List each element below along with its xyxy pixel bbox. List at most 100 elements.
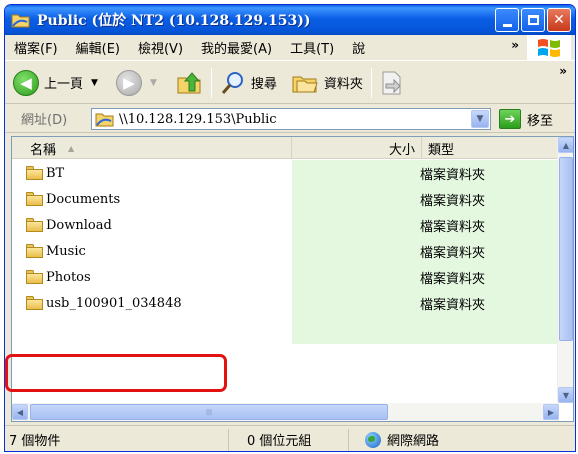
horizontal-scrollbar[interactable]: ◀ ||| ▶ xyxy=(12,403,559,421)
folders-icon xyxy=(292,76,318,92)
network-folder-icon xyxy=(95,113,114,127)
scroll-down-button[interactable]: ▼ xyxy=(558,387,573,403)
folder-icon xyxy=(26,166,44,180)
globe-icon xyxy=(365,431,381,448)
maximize-icon xyxy=(527,15,539,25)
column-type-label: 類型 xyxy=(428,142,455,158)
scroll-right-button[interactable]: ▶ xyxy=(543,404,559,420)
item-name: Documents xyxy=(46,191,121,207)
list-item[interactable]: BT 檔案資料夾 xyxy=(12,160,559,186)
column-type[interactable]: 類型 xyxy=(422,137,559,159)
move-to-icon xyxy=(382,71,401,94)
go-arrow-icon: ➔ xyxy=(499,109,521,129)
folder-icon xyxy=(26,270,44,284)
close-icon: ✕ xyxy=(553,12,565,28)
close-button[interactable]: ✕ xyxy=(547,8,571,32)
minimize-button[interactable] xyxy=(495,8,519,32)
menu-overflow-chevron-icon[interactable]: » xyxy=(511,38,519,52)
status-zone-label: 網際網路 xyxy=(387,434,440,449)
status-zone: 網際網路 xyxy=(349,429,575,451)
network-folder-icon xyxy=(11,11,31,29)
toolbar: ◀ 上一頁 ▼ ▶ ▼ 搜尋 資料夾 » xyxy=(5,62,575,104)
address-input[interactable]: \\10.128.129.153\Public ▼ xyxy=(91,108,491,130)
folders-button[interactable]: 資料夾 xyxy=(291,71,363,95)
status-object-count: 7 個物件 xyxy=(5,428,229,451)
list-item[interactable]: Music 檔案資料夾 xyxy=(12,238,559,264)
chevron-left-icon: ◀ xyxy=(16,407,24,417)
forward-arrow-icon: ▶ xyxy=(115,69,142,96)
column-header: 名稱 ▲ 大小 類型 xyxy=(12,137,559,159)
item-type: 檔案資料夾 xyxy=(420,271,486,287)
column-name[interactable]: 名稱 ▲ xyxy=(12,137,292,159)
status-size: 0 個位元組 xyxy=(229,428,349,451)
item-name: Download xyxy=(46,217,112,233)
menu-help[interactable]: 說 xyxy=(343,38,374,57)
folder-icon xyxy=(26,296,44,310)
horizontal-scroll-thumb[interactable]: ||| xyxy=(30,404,388,420)
address-path: \\10.128.129.153\Public xyxy=(119,111,277,127)
toolbar-separator xyxy=(370,67,372,98)
menu-bar: 檔案(F) 編輯(E) 檢視(V) 我的最愛(A) 工具(T) 說 » xyxy=(5,35,575,61)
toolbar-separator xyxy=(210,67,212,98)
menu-edit[interactable]: 編輯(E) xyxy=(67,38,129,57)
scroll-left-button[interactable]: ◀ xyxy=(12,404,28,420)
chevron-up-icon: ▲ xyxy=(562,140,570,150)
column-name-label: 名稱 xyxy=(30,142,57,158)
status-size-label: 0 個位元組 xyxy=(247,434,312,449)
address-bar: 網址(D) \\10.128.129.153\Public ▼ ➔ 移至 xyxy=(5,105,575,133)
scroll-up-button[interactable]: ▲ xyxy=(558,137,573,153)
item-name: Music xyxy=(46,243,86,259)
forward-dropdown-icon[interactable]: ▼ xyxy=(150,78,157,88)
forward-button[interactable]: ▶ ▼ xyxy=(115,69,157,96)
item-type: 檔案資料夾 xyxy=(420,219,486,235)
maximize-button[interactable] xyxy=(521,8,545,32)
item-name: Photos xyxy=(46,269,91,285)
search-button[interactable]: 搜尋 xyxy=(220,70,277,96)
item-type: 檔案資料夾 xyxy=(420,297,486,313)
item-name: usb_100901_034848 xyxy=(46,295,182,311)
chevron-down-icon: ▼ xyxy=(562,390,570,400)
item-name: BT xyxy=(46,165,65,181)
list-item[interactable]: usb_100901_034848 檔案資料夾 xyxy=(12,290,559,316)
folders-label: 資料夾 xyxy=(323,77,363,92)
item-type: 檔案資料夾 xyxy=(420,193,486,209)
menu-file[interactable]: 檔案(F) xyxy=(5,38,67,57)
vertical-scrollbar[interactable]: ▲ ▼ xyxy=(557,137,573,403)
back-arrow-icon: ◀ xyxy=(13,69,39,96)
column-size[interactable]: 大小 xyxy=(292,137,422,159)
status-bar: 7 個物件 0 個位元組 網際網路 xyxy=(5,425,575,451)
move-to-button[interactable] xyxy=(380,70,404,96)
column-size-label: 大小 xyxy=(388,142,415,158)
up-folder-icon xyxy=(177,71,201,93)
list-item[interactable]: Download 檔案資料夾 xyxy=(12,212,559,238)
address-label: 網址(D) xyxy=(21,113,68,128)
title-bar[interactable]: Public (位於 NT2 (10.128.129.153)) ✕ xyxy=(5,5,575,35)
menu-tools[interactable]: 工具(T) xyxy=(281,38,343,57)
address-dropdown-button[interactable]: ▼ xyxy=(471,110,489,128)
go-button[interactable]: ➔ 移至 xyxy=(499,109,553,129)
chevron-right-icon: ▶ xyxy=(547,407,555,417)
vertical-scroll-thumb[interactable] xyxy=(559,157,573,341)
folder-icon xyxy=(26,192,44,206)
window-title: Public (位於 NT2 (10.128.129.153)) xyxy=(37,13,311,29)
folder-icon xyxy=(26,244,44,258)
folder-icon xyxy=(26,218,44,232)
windows-logo-icon xyxy=(527,35,571,61)
go-label: 移至 xyxy=(527,113,554,129)
sort-ascending-icon: ▲ xyxy=(68,143,75,153)
search-icon xyxy=(221,71,243,94)
back-dropdown-icon[interactable]: ▼ xyxy=(91,78,98,88)
chevron-down-icon: ▼ xyxy=(476,114,484,124)
back-button[interactable]: ◀ 上一頁 ▼ xyxy=(13,69,98,96)
menu-view[interactable]: 檢視(V) xyxy=(129,38,192,57)
search-label: 搜尋 xyxy=(250,77,277,92)
menu-favorites[interactable]: 我的最愛(A) xyxy=(192,38,281,57)
list-item[interactable]: Photos 檔案資料夾 xyxy=(12,264,559,290)
highlight-annotation-box xyxy=(5,354,227,392)
file-rows: BT 檔案資料夾 Documents 檔案資料夾 Download 檔案資料夾 … xyxy=(12,160,559,370)
up-folder-button[interactable] xyxy=(175,69,203,97)
back-label: 上一頁 xyxy=(44,77,84,92)
toolbar-overflow-chevron-icon[interactable]: » xyxy=(559,64,567,78)
list-item[interactable]: Documents 檔案資料夾 xyxy=(12,186,559,212)
item-type: 檔案資料夾 xyxy=(420,245,486,261)
